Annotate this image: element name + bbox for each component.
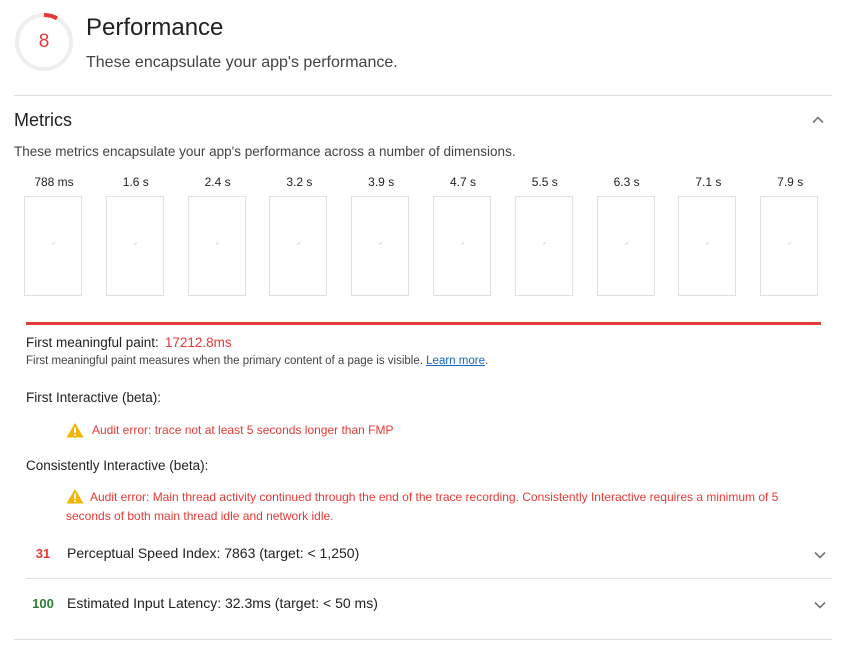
consistently-interactive-error-text: Audit error: Main thread activity contin… — [66, 490, 779, 523]
filmstrip-frame: 3.2 s — [269, 174, 329, 296]
filmstrip-frame-time: 7.9 s — [777, 175, 804, 189]
filmstrip-frame: 2.4 s — [187, 174, 248, 296]
category-description: These encapsulate your app's performance… — [86, 54, 398, 71]
score-value: 8 — [38, 31, 50, 52]
filmstrip: 788 ms 1.6 s 2.4 s 3.2 s 3.9 s 4.7 s 5.5 s 6.3 … — [24, 174, 824, 298]
audit-score: 100 — [32, 596, 54, 611]
filmstrip-frame-thumbnail — [351, 196, 410, 296]
audit-title: Estimated Input Latency: 32.3ms (target:… — [67, 595, 378, 611]
chevron-up-icon[interactable] — [810, 112, 826, 128]
fmp-help-sentence: First meaningful paint measures when the… — [26, 355, 423, 367]
filmstrip-frame: 6.3 s — [596, 174, 657, 296]
chevron-down-icon[interactable] — [812, 597, 828, 613]
audit-row-perceptual-speed-index[interactable]: 31 Perceptual Speed Index: 7863 (target:… — [26, 530, 832, 580]
consistently-interactive-error: Audit error: Main thread activity contin… — [66, 488, 806, 526]
filmstrip-frame-thumbnail — [24, 196, 82, 296]
filmstrip-frame-time: 1.6 s — [122, 175, 149, 189]
divider — [26, 578, 832, 579]
fmp-metric: First meaningful paint: 17212.8ms — [26, 335, 232, 350]
divider — [14, 639, 832, 640]
audit-title: Perceptual Speed Index: 7863 (target: < … — [67, 545, 360, 561]
filmstrip-frame: 4.7 s — [433, 174, 493, 296]
fmp-value: 17212.8ms — [164, 335, 232, 350]
score-gauge: 8 — [14, 12, 74, 72]
first-interactive-label: First Interactive (beta): — [26, 390, 162, 405]
filmstrip-frame-thumbnail — [187, 196, 246, 296]
divider — [14, 95, 832, 96]
filmstrip-frame: 5.5 s — [514, 174, 575, 296]
filmstrip-frame-time: 788 ms — [34, 175, 74, 189]
filmstrip-frame-thumbnail — [433, 196, 491, 296]
filmstrip-frame-time: 5.5 s — [531, 175, 558, 189]
filmstrip-frame-time: 7.1 s — [695, 175, 722, 189]
fmp-help-text: First meaningful paint measures when the… — [26, 355, 488, 367]
warning-triangle-icon — [66, 489, 84, 504]
filmstrip-frame-time: 4.7 s — [449, 175, 476, 189]
filmstrip-frame: 7.1 s — [678, 174, 738, 296]
learn-more-link[interactable]: Learn more — [426, 355, 485, 367]
metrics-section-title: Metrics — [14, 110, 72, 130]
fmp-timeline-bar — [26, 322, 821, 325]
fmp-help-period: . — [484, 355, 489, 367]
first-interactive-error-text: Audit error: trace not at least 5 second… — [92, 423, 394, 437]
filmstrip-frame-time: 6.3 s — [613, 175, 640, 189]
filmstrip-frame-time: 2.4 s — [204, 175, 231, 189]
filmstrip-frame: 7.9 s — [760, 174, 820, 296]
filmstrip-frame-time: 3.9 s — [368, 175, 395, 189]
filmstrip-frame-thumbnail — [678, 196, 737, 296]
performance-header: 8 Performance These encapsulate your app… — [14, 12, 834, 82]
filmstrip-frame: 1.6 s — [105, 174, 166, 296]
audit-row-estimated-input-latency[interactable]: 100 Estimated Input Latency: 32.3ms (tar… — [26, 580, 832, 630]
filmstrip-frame-thumbnail — [596, 196, 655, 296]
filmstrip-frame-thumbnail — [269, 196, 328, 296]
filmstrip-frame: 3.9 s — [351, 174, 411, 296]
filmstrip-frame-thumbnail — [514, 196, 573, 296]
chevron-down-icon[interactable] — [812, 547, 828, 563]
audit-score: 31 — [35, 546, 51, 561]
first-interactive-error: Audit error: trace not at least 5 second… — [66, 422, 394, 438]
category-title: Performance — [86, 14, 224, 41]
filmstrip-frame-thumbnail — [105, 196, 164, 296]
warning-triangle-icon — [66, 423, 84, 438]
filmstrip-frame: 788 ms — [24, 174, 84, 296]
fmp-label: First meaningful paint: — [26, 335, 159, 350]
consistently-interactive-label: Consistently Interactive (beta): — [26, 458, 209, 473]
filmstrip-frame-thumbnail — [760, 196, 819, 296]
metrics-description: These metrics encapsulate your app's per… — [14, 144, 516, 159]
filmstrip-frame-time: 3.2 s — [286, 175, 313, 189]
